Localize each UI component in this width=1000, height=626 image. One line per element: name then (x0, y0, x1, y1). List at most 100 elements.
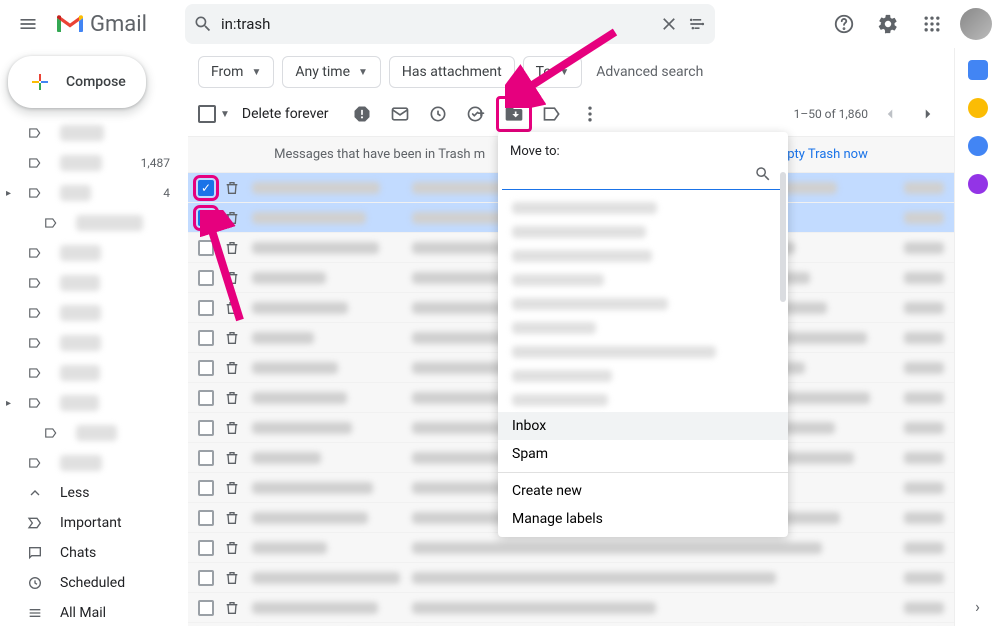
main-menu-button[interactable] (8, 4, 48, 44)
compose-label: Compose (66, 74, 126, 90)
move-to-option-spam[interactable]: Spam (498, 440, 788, 468)
keep-addon-icon[interactable] (968, 98, 988, 118)
popover-scrollbar[interactable] (780, 172, 786, 302)
trash-icon (224, 270, 242, 286)
sidebar-item-less[interactable]: Less (0, 478, 188, 508)
move-to-option[interactable] (498, 244, 788, 268)
label-tag-icon (26, 186, 44, 200)
move-to-option[interactable] (498, 364, 788, 388)
search-icon[interactable] (193, 14, 213, 34)
row-checkbox[interactable] (198, 360, 214, 376)
sidebar-item-label: Item F (60, 395, 99, 411)
support-button[interactable] (824, 4, 864, 44)
account-avatar[interactable] (960, 8, 992, 40)
hide-panel-button[interactable]: › (975, 597, 980, 616)
move-to-option[interactable] (498, 292, 788, 316)
move-to-button[interactable] (496, 96, 532, 132)
tasks-addon-icon[interactable] (968, 136, 988, 156)
message-row[interactable] (188, 593, 954, 623)
has-attachment-chip[interactable]: Has attachment (389, 56, 515, 88)
next-page-button[interactable] (912, 98, 944, 130)
move-to-option[interactable] (498, 220, 788, 244)
row-checkbox[interactable] (198, 240, 214, 256)
compose-button[interactable]: Compose (8, 56, 146, 108)
sidebar-item-important[interactable]: Important (0, 508, 188, 538)
sidebar-label-item[interactable]: Item A (0, 238, 188, 268)
report-spam-button[interactable] (344, 96, 380, 132)
popover-search-input[interactable] (514, 166, 754, 182)
popover-divider (498, 472, 788, 473)
sidebar-label-item[interactable]: ▸Jobs4 (0, 178, 188, 208)
any-time-chip[interactable]: Any time▼ (282, 56, 381, 88)
label-tag-icon (26, 246, 44, 260)
move-to-option[interactable] (498, 316, 788, 340)
select-all-checkbox[interactable] (198, 105, 216, 123)
label-tag-icon (26, 396, 44, 410)
from-chip[interactable]: From▼ (198, 56, 274, 88)
row-checkbox[interactable] (198, 540, 214, 556)
move-to-option[interactable] (498, 340, 788, 364)
row-checkbox[interactable] (198, 390, 214, 406)
prev-page-button[interactable] (874, 98, 906, 130)
search-options-icon[interactable] (687, 14, 707, 34)
clear-search-icon[interactable] (659, 14, 679, 34)
advanced-search-link[interactable]: Advanced search (590, 64, 703, 80)
snooze-button[interactable] (420, 96, 456, 132)
contacts-addon-icon[interactable] (968, 174, 988, 194)
sidebar-item-all-mail[interactable]: All Mail (0, 598, 188, 626)
add-to-tasks-button[interactable] (458, 96, 494, 132)
sidebar-label-item[interactable]: Item G (0, 418, 188, 448)
message-row[interactable] (188, 563, 954, 593)
apps-button[interactable] (912, 4, 952, 44)
message-row[interactable] (188, 533, 954, 563)
row-checkbox[interactable] (198, 180, 214, 196)
action-toolbar: ▼ Delete forever 1–50 of 1,860 Move to: (188, 96, 954, 136)
expand-caret-icon[interactable]: ▸ (6, 398, 11, 409)
sidebar-item-label: All Mail (60, 605, 106, 621)
sidebar-label-item[interactable]: Item E (0, 358, 188, 388)
move-to-option[interactable] (498, 196, 788, 220)
row-checkbox[interactable] (198, 420, 214, 436)
sidebar-label-item[interactable]: Something (0, 208, 188, 238)
sidebar-label-item[interactable]: Indeed1,487 (0, 148, 188, 178)
label-tag-icon (26, 276, 44, 290)
search-icon[interactable] (754, 165, 772, 183)
sidebar-label-item[interactable]: Item H (0, 448, 188, 478)
gmail-logo[interactable]: Gmail (56, 12, 147, 37)
to-chip[interactable]: To▼ (523, 56, 583, 88)
row-checkbox[interactable] (198, 600, 214, 616)
move-to-action-create-new[interactable]: Create new (498, 477, 788, 505)
row-checkbox[interactable] (198, 570, 214, 586)
expand-caret-icon[interactable]: ▸ (6, 188, 11, 199)
mark-unread-button[interactable] (382, 96, 418, 132)
calendar-addon-icon[interactable] (968, 60, 988, 80)
sidebar-item-chats[interactable]: Chats (0, 538, 188, 568)
sidebar-label-item[interactable]: Item C (0, 298, 188, 328)
move-to-option[interactable] (498, 388, 788, 412)
labels-button[interactable] (534, 96, 570, 132)
search-bar[interactable] (185, 4, 715, 44)
delete-forever-button[interactable]: Delete forever (242, 106, 329, 122)
settings-button[interactable] (868, 4, 908, 44)
sidebar-label-item[interactable]: ▸ Item F (0, 388, 188, 418)
row-checkbox[interactable] (198, 480, 214, 496)
row-checkbox[interactable] (198, 330, 214, 346)
row-checkbox[interactable] (198, 450, 214, 466)
move-to-option-inbox[interactable]: Inbox (498, 412, 788, 440)
label-tag-icon (26, 126, 44, 140)
sidebar-label-item[interactable]: Item D (0, 328, 188, 358)
sidebar-label-item[interactable]: Item B (0, 268, 188, 298)
select-dropdown-caret[interactable]: ▼ (220, 109, 230, 120)
move-to-option[interactable] (498, 268, 788, 292)
help-icon (833, 13, 855, 35)
apps-grid-icon (922, 14, 942, 34)
row-checkbox[interactable] (198, 270, 214, 286)
sidebar-label-item[interactable]: Google (0, 118, 188, 148)
more-button[interactable] (572, 96, 608, 132)
row-checkbox[interactable] (198, 210, 214, 226)
row-checkbox[interactable] (198, 300, 214, 316)
move-to-action-manage-labels[interactable]: Manage labels (498, 505, 788, 533)
search-input[interactable] (221, 15, 651, 33)
row-checkbox[interactable] (198, 510, 214, 526)
sidebar-item-scheduled[interactable]: Scheduled (0, 568, 188, 598)
